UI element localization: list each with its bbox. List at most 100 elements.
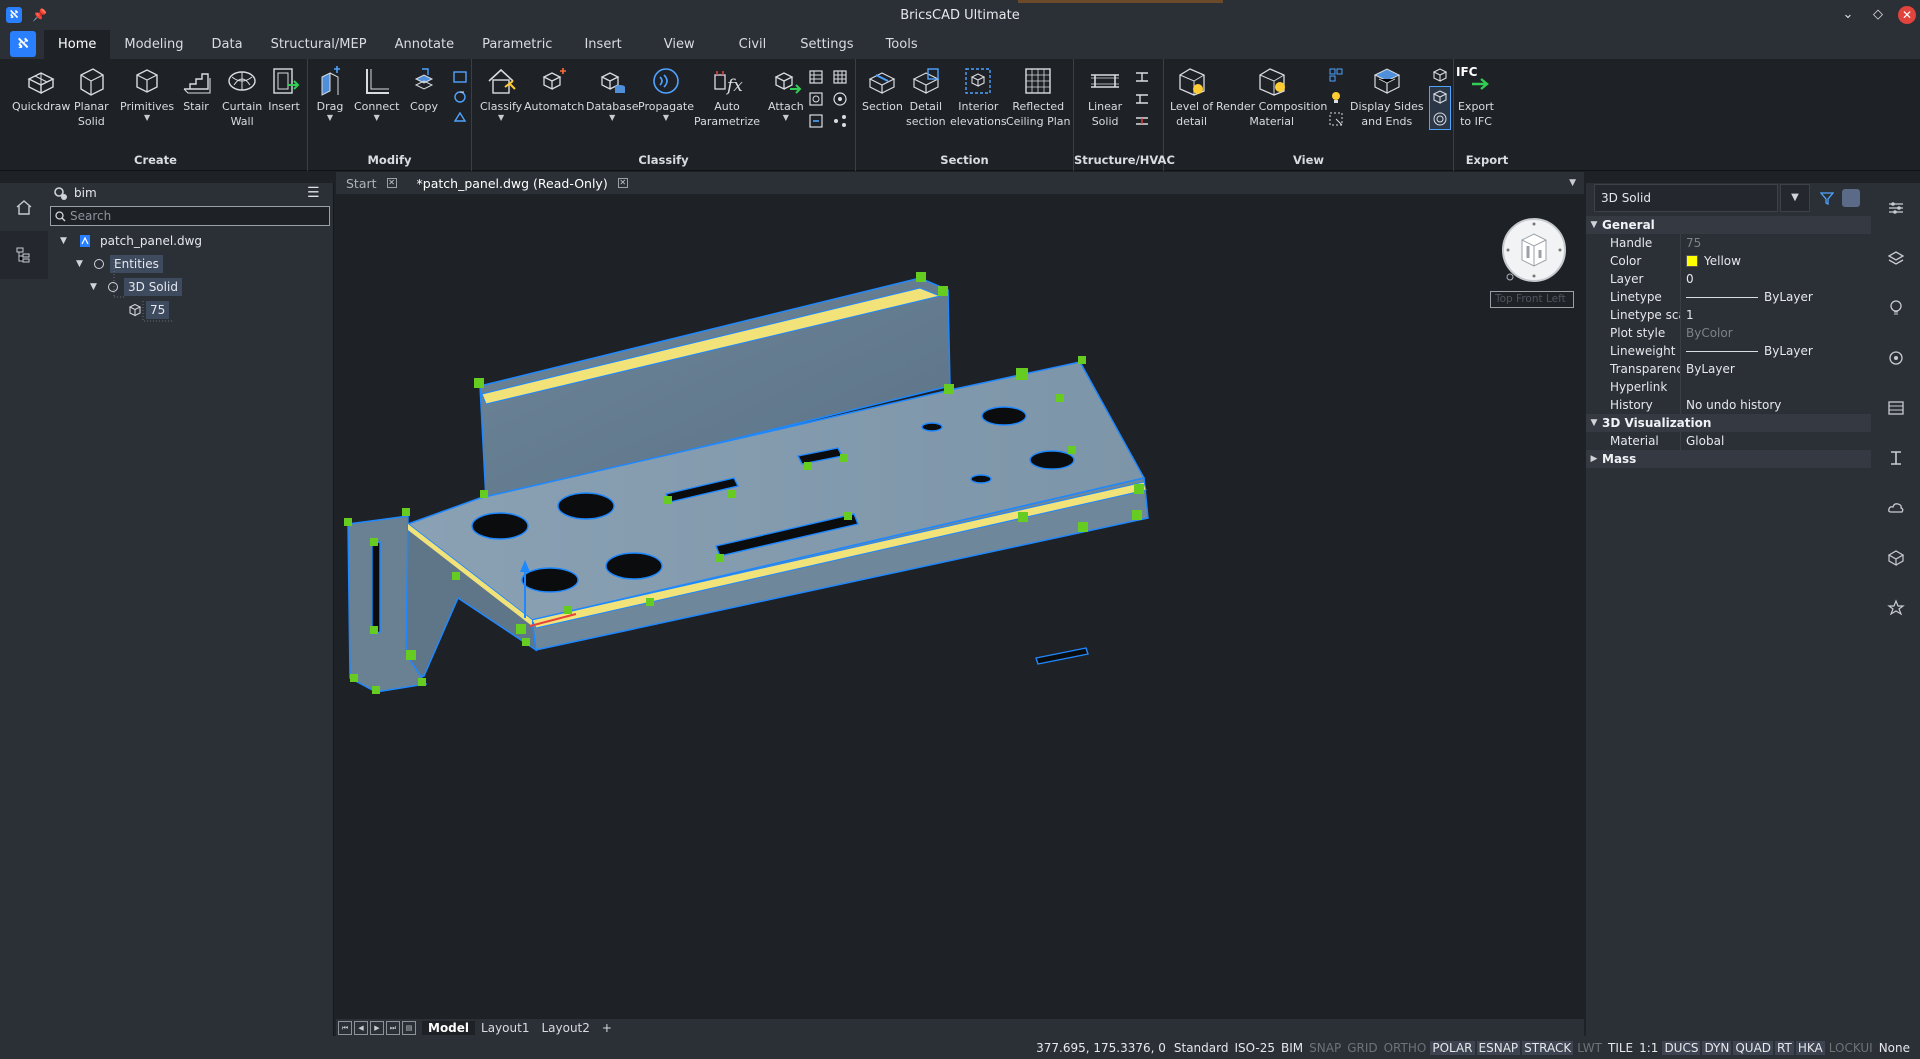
filter-icon[interactable] — [1820, 191, 1834, 205]
tab-home[interactable]: Home — [44, 30, 111, 59]
category-mass[interactable]: ▶ Mass — [1586, 450, 1871, 468]
pin-star-icon[interactable] — [1871, 583, 1920, 633]
status-polar[interactable]: POLAR — [1430, 1040, 1475, 1055]
section-button[interactable]: Section — [862, 65, 903, 114]
viewcube[interactable] — [1502, 218, 1566, 282]
category-toggle-icon[interactable]: ▼ — [1586, 418, 1602, 428]
last-layout-icon[interactable]: ⏭ — [386, 1020, 400, 1035]
doc-tab-start[interactable]: Start ✕ — [336, 172, 407, 194]
schedule-icon[interactable] — [808, 91, 824, 107]
column-icon[interactable] — [1134, 91, 1150, 107]
quick-select-icon[interactable] — [1842, 189, 1860, 207]
status-snap[interactable]: SNAP — [1307, 1041, 1343, 1055]
restore-icon[interactable]: ◇ — [1868, 5, 1888, 25]
detail-section-button[interactable]: Detail section — [906, 65, 946, 129]
target-icon[interactable] — [1871, 333, 1920, 383]
properties-grid-icon[interactable] — [808, 113, 824, 129]
status-standard[interactable]: Standard — [1172, 1041, 1231, 1055]
attach-dropdown-icon[interactable]: ▼ — [783, 114, 789, 122]
connect-dropdown-icon[interactable]: ▼ — [374, 114, 380, 122]
home-icon[interactable] — [0, 183, 48, 231]
category-toggle-icon[interactable]: ▶ — [1586, 454, 1602, 464]
visibility-bulb-icon[interactable] — [1328, 67, 1344, 83]
status-bim[interactable]: BIM — [1279, 1041, 1305, 1055]
reflected-ceiling-plan-button[interactable]: Reflected Ceiling Plan — [1006, 65, 1070, 129]
status-lwt[interactable]: LWT — [1575, 1041, 1604, 1055]
tab-data[interactable]: Data — [198, 30, 257, 59]
layout-tab-layout2[interactable]: Layout2 — [535, 1021, 595, 1035]
prop-row-color[interactable]: Color Yellow — [1586, 252, 1871, 270]
status-ducs[interactable]: DUCS — [1662, 1040, 1701, 1055]
prop-row-material[interactable]: Material Global — [1586, 432, 1871, 450]
tab-settings[interactable]: Settings — [786, 30, 867, 59]
linear-solid-button[interactable]: Linear Solid — [1088, 65, 1122, 129]
status-none[interactable]: None — [1877, 1041, 1912, 1055]
classify-button[interactable]: Classify ▼ — [480, 65, 522, 122]
close-tab-icon[interactable]: ✕ — [386, 178, 397, 188]
prop-row-linetype-scale[interactable]: Linetype scale 1 — [1586, 306, 1871, 324]
spatial-icon[interactable] — [832, 91, 848, 107]
status-1-1[interactable]: 1:1 — [1637, 1041, 1660, 1055]
prev-layout-icon[interactable]: ◀ — [354, 1020, 368, 1035]
status-quad[interactable]: QUAD — [1733, 1040, 1774, 1055]
database-dropdown-icon[interactable]: ▼ — [609, 114, 615, 122]
tab-structural-mep[interactable]: Structural/MEP — [257, 30, 381, 59]
patch-panel-model[interactable] — [336, 194, 1584, 1019]
box-view-icon[interactable] — [1432, 67, 1448, 83]
category-general[interactable]: ▼ General — [1586, 216, 1871, 234]
rings-icon[interactable] — [1432, 111, 1448, 127]
structure-browser-icon[interactable] — [0, 231, 48, 279]
close-icon[interactable]: ✕ — [1898, 6, 1916, 24]
automatch-button[interactable]: Automatch — [524, 65, 584, 114]
viewcube-label[interactable]: Top Front Left — [1490, 291, 1574, 308]
status-esnap[interactable]: ESNAP — [1476, 1040, 1521, 1055]
tab-view[interactable]: View — [640, 30, 719, 59]
status-grid[interactable]: GRID — [1345, 1041, 1379, 1055]
category-toggle-icon[interactable]: ▼ — [1586, 220, 1602, 230]
layout-list-icon[interactable]: ▤ — [402, 1020, 416, 1035]
status-dyn[interactable]: DYN — [1702, 1040, 1732, 1055]
connect-button[interactable]: Connect ▼ — [354, 65, 399, 122]
status-iso-25[interactable]: ISO-25 — [1232, 1041, 1277, 1055]
next-layout-icon[interactable]: ▶ — [370, 1020, 384, 1035]
curtain-wall-button[interactable]: Curtain Wall — [222, 65, 262, 129]
status-strack[interactable]: STRACK — [1522, 1040, 1574, 1055]
prop-row-layer[interactable]: Layer 0 — [1586, 270, 1871, 288]
library-icon[interactable] — [1871, 383, 1920, 433]
mirror-icon[interactable] — [452, 69, 468, 85]
prop-row-hyperlink[interactable]: Hyperlink — [1586, 378, 1871, 396]
tab-annotate[interactable]: Annotate — [381, 30, 468, 59]
rotate-icon[interactable] — [452, 89, 468, 105]
tab-tools[interactable]: Tools — [868, 30, 936, 59]
auto-parametrize-button[interactable]: fx Auto Parametrize — [694, 65, 760, 129]
i-beam-icon[interactable] — [1871, 433, 1920, 483]
close-tab-icon[interactable]: ✕ — [617, 178, 628, 188]
render-composition-material-button[interactable]: Render Composition Material — [1216, 65, 1327, 129]
pin-icon[interactable]: 📌 — [32, 8, 47, 22]
prop-value-hyperlink[interactable] — [1680, 378, 1871, 396]
tab-parametric[interactable]: Parametric — [468, 30, 566, 59]
doc-tab-patch-panel[interactable]: *patch_panel.dwg (Read-Only) ✕ — [407, 172, 638, 194]
tab-insert[interactable]: Insert — [566, 30, 639, 59]
light-icon[interactable] — [1328, 89, 1344, 105]
level-of-detail-button[interactable]: Level of detail — [1170, 65, 1213, 129]
status-lockui[interactable]: LOCKUI — [1827, 1041, 1875, 1055]
prop-row-linetype[interactable]: Linetype ByLayer — [1586, 288, 1871, 306]
propagate-dropdown-icon[interactable]: ▼ — [663, 114, 669, 122]
interior-elevations-button[interactable]: Interior elevations — [950, 65, 1007, 129]
status-rt[interactable]: RT — [1775, 1040, 1794, 1055]
status-ortho[interactable]: ORTHO — [1382, 1041, 1429, 1055]
first-layout-icon[interactable]: ⏮ — [338, 1020, 352, 1035]
status-tile[interactable]: TILE — [1606, 1041, 1635, 1055]
quickdraw-button[interactable]: Quickdraw — [12, 65, 70, 114]
box-shaded-icon[interactable] — [1432, 89, 1448, 105]
align-icon[interactable] — [452, 109, 468, 125]
lightbulb-icon[interactable] — [1871, 283, 1920, 333]
primitives-dropdown-icon[interactable]: ▼ — [144, 114, 150, 122]
insert-button[interactable]: Insert — [268, 65, 300, 114]
drag-button[interactable]: Drag ▼ — [314, 65, 346, 122]
cloud-icon[interactable] — [1871, 483, 1920, 533]
primitives-button[interactable]: Primitives ▼ — [120, 65, 174, 122]
classify-dropdown-icon[interactable]: ▼ — [498, 114, 504, 122]
display-sides-and-ends-button[interactable]: Display Sides and Ends — [1350, 65, 1424, 129]
